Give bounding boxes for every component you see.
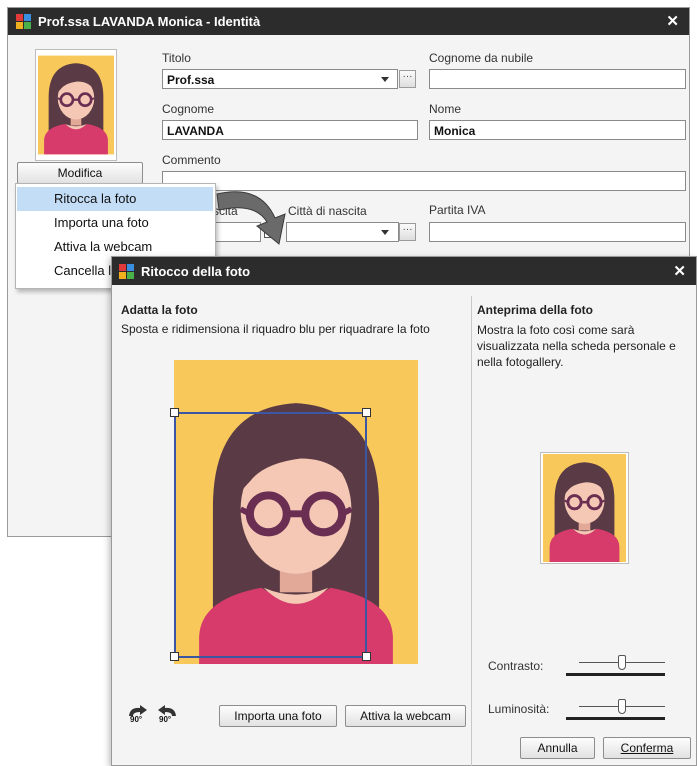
modifica-button[interactable]: Modifica — [17, 162, 143, 184]
anteprima-heading: Anteprima della foto — [477, 303, 594, 317]
partita-iva-field[interactable] — [429, 222, 686, 242]
cognome-nubile-field[interactable] — [429, 69, 686, 89]
rotate-right-icon[interactable]: 90° — [126, 704, 150, 726]
cognome-label: Cognome — [162, 102, 215, 116]
ritocco-title: Ritocco della foto — [141, 264, 251, 279]
crop-handle-bottom-right[interactable] — [362, 652, 371, 661]
contrasto-slider-base — [566, 673, 665, 676]
adatta-heading: Adatta la foto — [121, 303, 198, 317]
menu-item-importa-foto[interactable]: Importa una foto — [17, 211, 213, 235]
partita-iva-label: Partita IVA — [429, 203, 486, 217]
crop-handle-top-left[interactable] — [170, 408, 179, 417]
annulla-button[interactable]: Annulla — [520, 737, 595, 759]
app-logo-icon — [16, 14, 31, 29]
citta-ellipsis-button[interactable]: ··· — [399, 223, 416, 241]
contrasto-slider-thumb[interactable] — [618, 655, 626, 670]
titolo-select[interactable]: Prof.ssa — [162, 69, 398, 89]
rotate-left-icon[interactable]: 90° — [155, 704, 179, 726]
titolo-label: Titolo — [162, 51, 191, 65]
avatar — [35, 49, 117, 161]
activate-webcam-button[interactable]: Attiva la webcam — [345, 705, 466, 727]
rotate-left-label: 90° — [159, 715, 172, 724]
luminosita-label: Luminosità: — [488, 702, 550, 716]
nome-field[interactable]: Monica — [429, 120, 686, 140]
app-logo-icon — [119, 264, 134, 279]
contrasto-label: Contrasto: — [488, 659, 544, 673]
cognome-nubile-label: Cognome da nubile — [429, 51, 534, 65]
photo-preview — [540, 452, 629, 564]
close-icon[interactable]: ✕ — [673, 262, 686, 280]
cognome-field[interactable]: LAVANDA — [162, 120, 418, 140]
nome-label: Nome — [429, 102, 462, 116]
crop-frame[interactable] — [170, 408, 372, 664]
identity-titlebar: Prof.ssa LAVANDA Monica - Identità ✕ — [8, 8, 689, 35]
import-photo-button[interactable]: Importa una foto — [219, 705, 337, 727]
close-icon[interactable]: ✕ — [666, 12, 679, 30]
identity-window-title: Prof.ssa LAVANDA Monica - Identità — [38, 14, 261, 29]
panel-divider — [471, 296, 472, 766]
ritocco-titlebar: Ritocco della foto ✕ — [112, 257, 696, 285]
rotate-right-label: 90° — [130, 715, 143, 724]
anteprima-description: Mostra la foto così come sarà visualizza… — [477, 323, 676, 369]
adatta-description: Sposta e ridimensiona il riquadro blu pe… — [121, 322, 430, 336]
conferma-button[interactable]: Conferma — [603, 737, 691, 759]
commento-label: Commento — [162, 153, 221, 167]
luminosita-slider-thumb[interactable] — [618, 699, 626, 714]
menu-item-ritocca-foto[interactable]: Ritocca la foto — [17, 187, 213, 211]
chevron-down-icon[interactable] — [381, 77, 389, 82]
crop-handle-bottom-left[interactable] — [170, 652, 179, 661]
chevron-down-icon[interactable] — [381, 230, 389, 235]
luminosita-slider-base — [566, 717, 665, 720]
crop-handle-top-right[interactable] — [362, 408, 371, 417]
titolo-ellipsis-button[interactable]: ··· — [399, 70, 416, 88]
